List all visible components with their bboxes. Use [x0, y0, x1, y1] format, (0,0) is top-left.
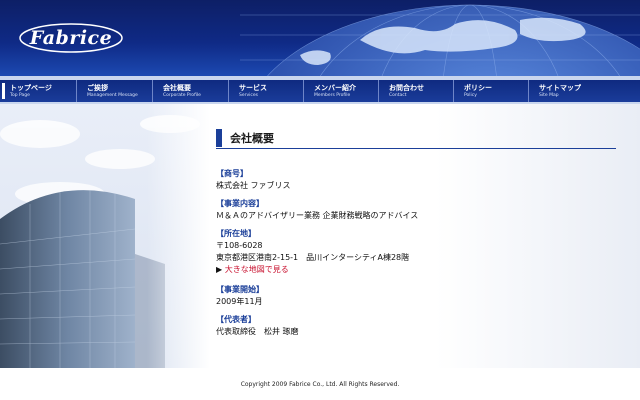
- nav-sublabel: Top Page: [10, 93, 30, 98]
- nav-item-services[interactable]: サービス Services: [228, 80, 303, 102]
- page-title-bar: 会社概要: [216, 128, 616, 149]
- section-heading: 【商号】: [216, 169, 248, 178]
- site-header: Fabrice: [0, 0, 640, 78]
- nav-sublabel: Members Profile: [314, 93, 351, 98]
- title-marker: [216, 129, 222, 147]
- copyright-text: Copyright 2009 Fabrice Co., Ltd. All Rig…: [240, 381, 400, 388]
- nav-label: サービス: [239, 84, 267, 92]
- nav-bullet-icon: [2, 83, 5, 99]
- nav-sublabel: Contact: [389, 93, 407, 98]
- site-footer: Copyright 2009 Fabrice Co., Ltd. All Rig…: [0, 368, 640, 400]
- main-nav: トップページ Top Page ご挨拶 Management Message 会…: [0, 80, 640, 102]
- section-text: 2009年11月: [216, 297, 263, 306]
- nav-item-contact[interactable]: お問合わせ Contact: [378, 80, 453, 102]
- section-text: 代表取締役 松井 琢磨: [216, 327, 299, 336]
- nav-label: ご挨拶: [87, 84, 108, 92]
- building-photo: [0, 104, 210, 368]
- nav-item-members[interactable]: メンバー紹介 Members Profile: [303, 80, 378, 102]
- section-address: 【所在地】 〒108-6028 東京都港区港南2-15-1 品川インターシティA…: [216, 228, 409, 276]
- nav-item-corporate-profile[interactable]: 会社概要 Corporate Profile: [152, 80, 228, 102]
- large-map-link[interactable]: 大きな地図で見る: [225, 265, 289, 274]
- nav-item-message[interactable]: ご挨拶 Management Message: [76, 80, 152, 102]
- postal-code: 〒108-6028: [216, 241, 263, 250]
- map-link-row: ▶ 大きな地図で見る: [216, 264, 409, 276]
- section-heading: 【代表者】: [216, 315, 256, 324]
- nav-sublabel: Policy: [464, 93, 477, 98]
- section-heading: 【事業開始】: [216, 285, 264, 294]
- nav-label: トップページ: [10, 84, 52, 92]
- nav-label: お問合わせ: [389, 84, 424, 92]
- nav-label: サイトマップ: [539, 84, 581, 92]
- nav-item-policy[interactable]: ポリシー Policy: [453, 80, 528, 102]
- section-text: 株式会社 ファブリス: [216, 181, 291, 190]
- page-title: 会社概要: [230, 132, 274, 145]
- nav-item-sitemap[interactable]: サイトマップ Site Map: [528, 80, 640, 102]
- address-text: 東京都港区港南2-15-1 品川インターシティA棟28階: [216, 253, 410, 262]
- nav-sublabel: Services: [239, 93, 258, 98]
- section-trade-name: 【商号】 株式会社 ファブリス: [216, 168, 291, 192]
- section-heading: 【所在地】: [216, 229, 256, 238]
- section-representative: 【代表者】 代表取締役 松井 琢磨: [216, 314, 299, 338]
- play-arrow-icon: ▶: [216, 265, 225, 274]
- section-heading: 【事業内容】: [216, 199, 264, 208]
- nav-label: メンバー紹介: [314, 84, 356, 92]
- nav-sublabel: Management Message: [87, 93, 138, 98]
- logo[interactable]: Fabrice: [18, 22, 124, 54]
- nav-label: 会社概要: [163, 84, 191, 92]
- content-area: 会社概要 【商号】 株式会社 ファブリス 【事業内容】 Ｍ＆Ａのアドバイザリー業…: [0, 104, 640, 368]
- nav-sublabel: Corporate Profile: [163, 93, 201, 98]
- nav-item-top-page[interactable]: トップページ Top Page: [0, 80, 76, 102]
- section-text: Ｍ＆Ａのアドバイザリー業務 企業財務戦略のアドバイス: [216, 211, 419, 220]
- nav-sublabel: Site Map: [539, 93, 559, 98]
- nav-label: ポリシー: [464, 84, 492, 92]
- section-start: 【事業開始】 2009年11月: [216, 284, 264, 308]
- section-business: 【事業内容】 Ｍ＆Ａのアドバイザリー業務 企業財務戦略のアドバイス: [216, 198, 418, 222]
